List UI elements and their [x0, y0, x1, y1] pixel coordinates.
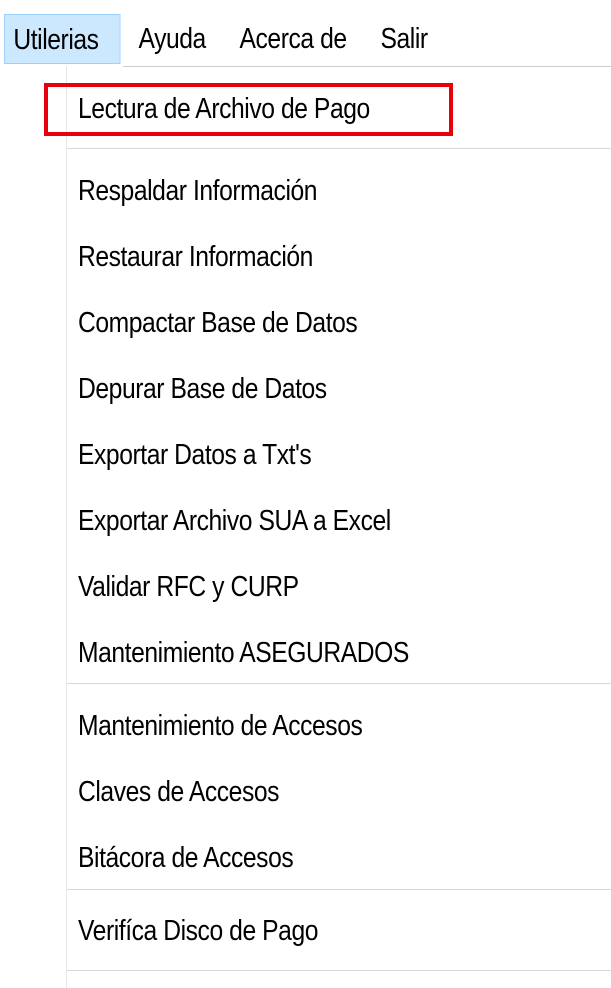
menu-separator	[67, 683, 611, 684]
menu-item-mantenimiento-accesos[interactable]: Mantenimiento de Accesos	[78, 701, 363, 751]
menu-item-respaldar-informacion[interactable]: Respaldar Información	[78, 166, 318, 216]
menu-item-exportar-datos-txt[interactable]: Exportar Datos a Txt's	[78, 430, 312, 480]
menu-separator	[67, 148, 611, 149]
dropdown-top-edge	[123, 66, 611, 67]
menu-item-depurar-base-datos[interactable]: Depurar Base de Datos	[78, 364, 327, 414]
highlight-box	[44, 83, 453, 136]
menu-item-exportar-archivo-sua-excel[interactable]: Exportar Archivo SUA a Excel	[78, 496, 391, 546]
menu-separator	[67, 889, 611, 890]
menu-item-bitacora-accesos[interactable]: Bitácora de Accesos	[78, 833, 294, 883]
menu-utilerias[interactable]: Utilerias	[4, 14, 121, 64]
menu-salir[interactable]: Salir	[372, 14, 436, 64]
menu-item-validar-rfc-curp[interactable]: Validar RFC y CURP	[78, 562, 299, 612]
icon-gutter-divider	[66, 66, 67, 988]
menu-acerca-de[interactable]: Acerca de	[231, 14, 355, 64]
menu-item-mantenimiento-asegurados[interactable]: Mantenimiento ASEGURADOS	[78, 628, 409, 678]
menu-ayuda[interactable]: Ayuda	[130, 14, 214, 64]
utilerias-dropdown-menu: Lectura de Archivo de Pago Respaldar Inf…	[0, 66, 611, 988]
menu-item-verifica-disco-pago[interactable]: Verifíca Disco de Pago	[78, 906, 318, 956]
menu-bar: Utilerias Ayuda Acerca de Salir	[0, 0, 611, 66]
menu-item-compactar-base-datos[interactable]: Compactar Base de Datos	[78, 298, 358, 348]
menu-item-claves-accesos[interactable]: Claves de Accesos	[78, 767, 279, 817]
menu-item-restaurar-informacion[interactable]: Restaurar Información	[78, 232, 313, 282]
menu-separator	[67, 970, 611, 971]
